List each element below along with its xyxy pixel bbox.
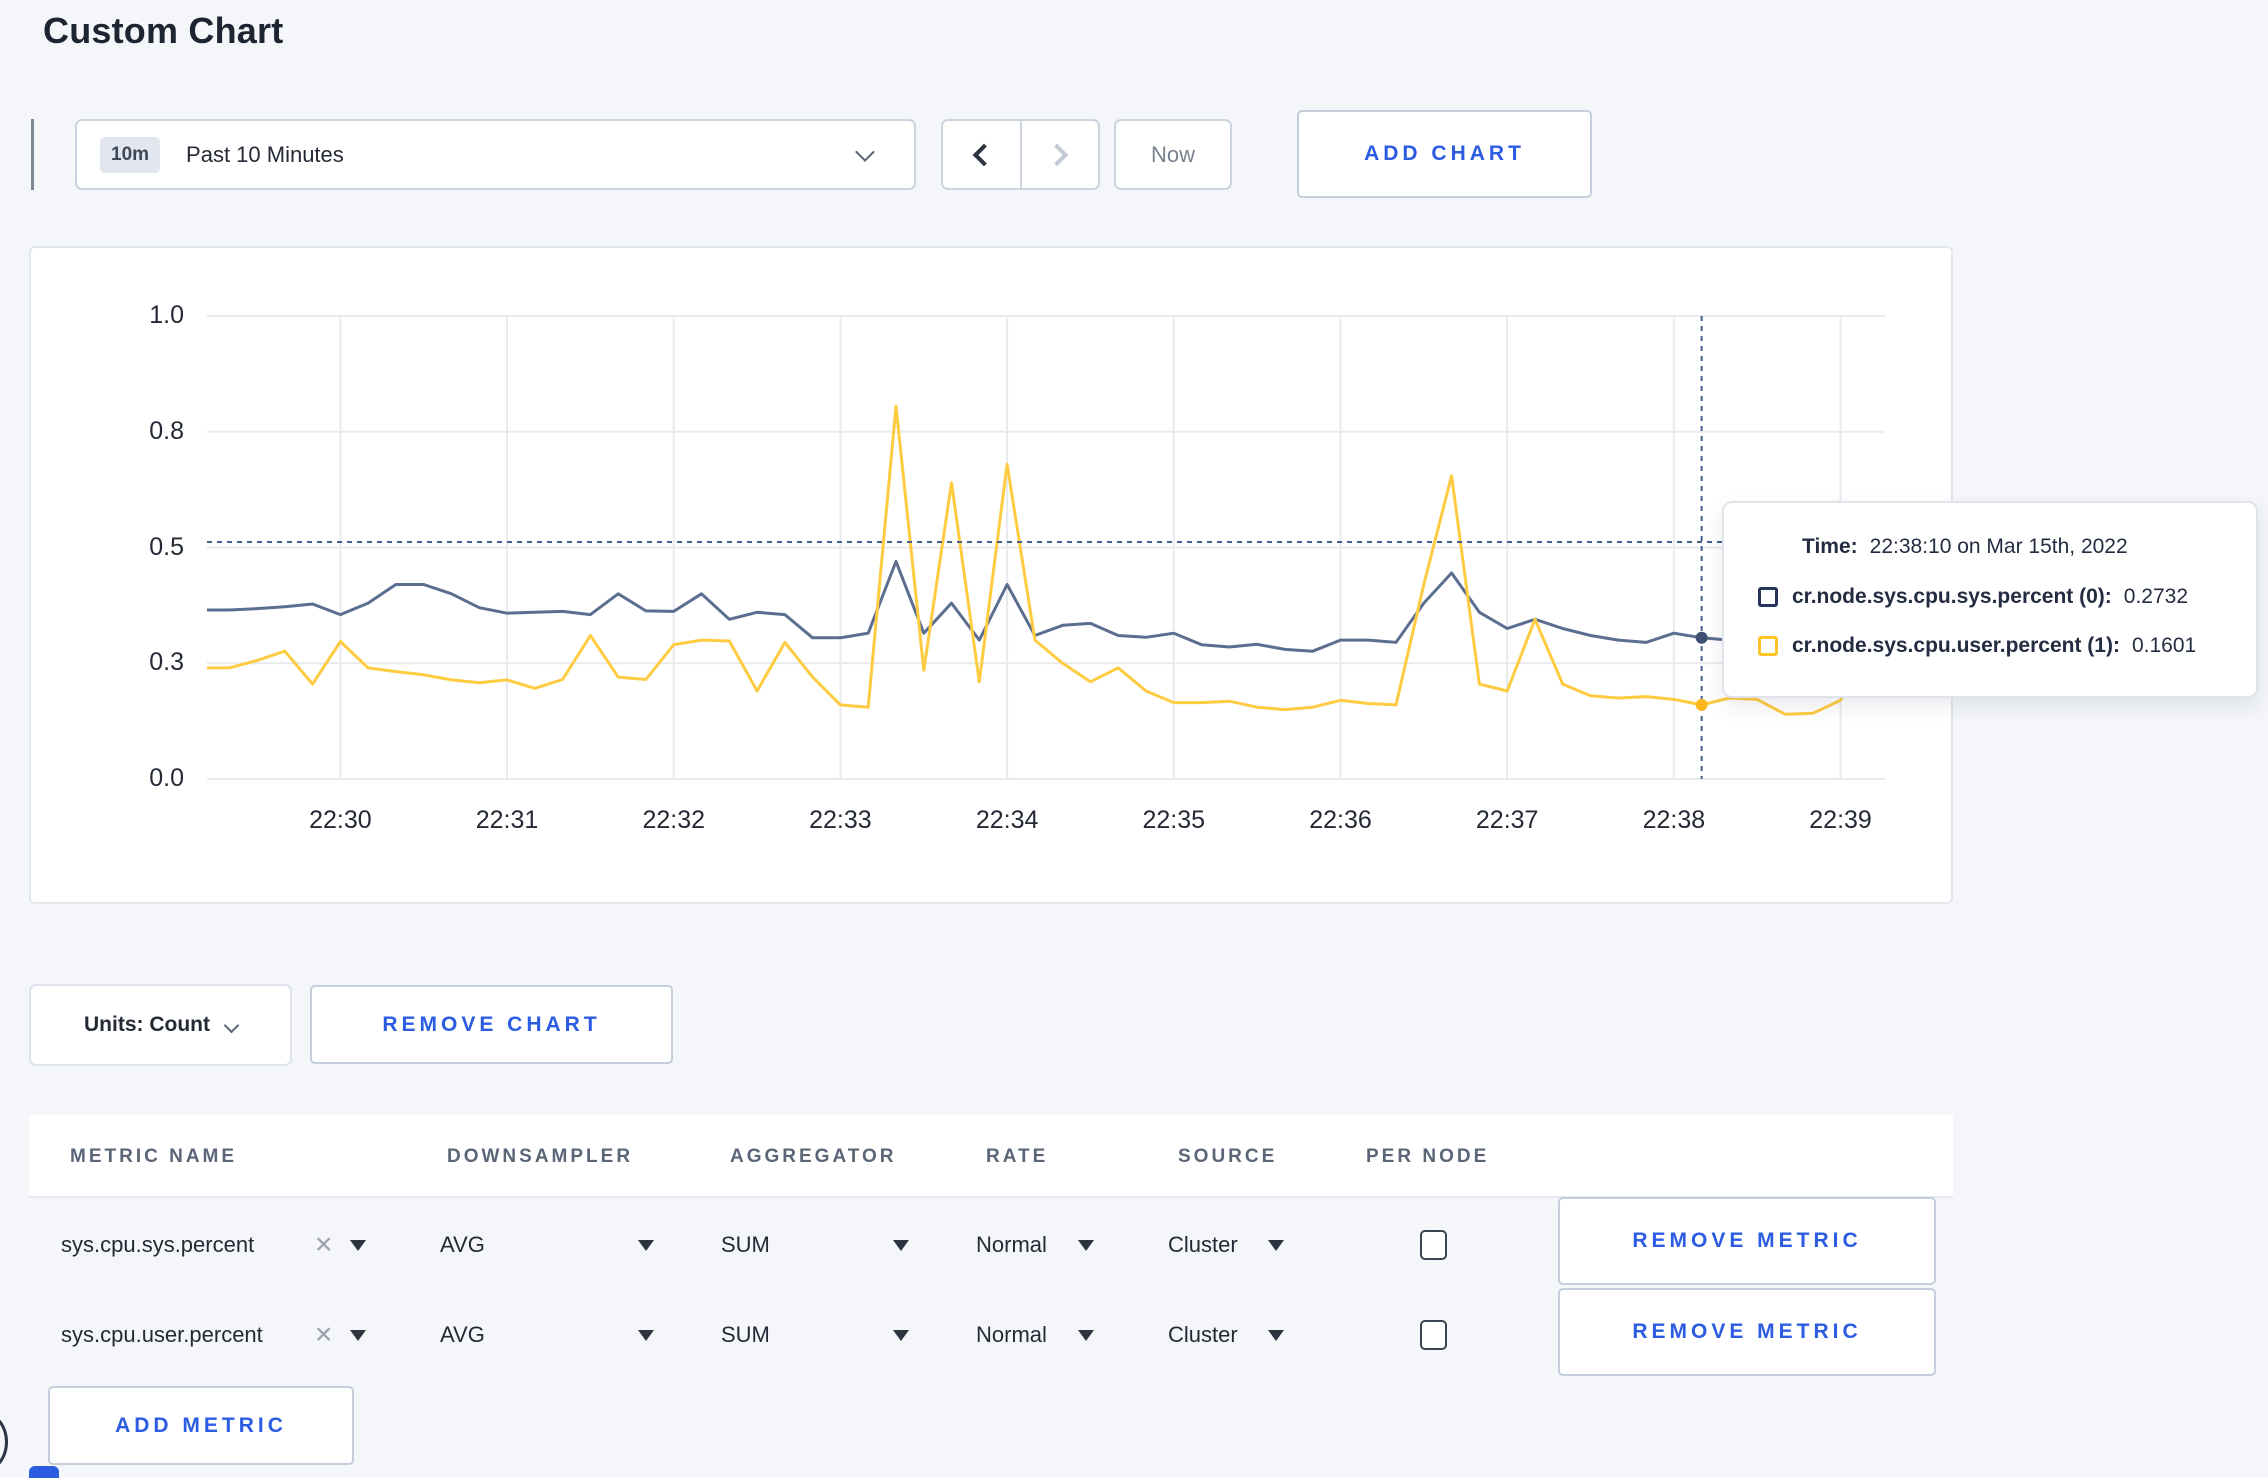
edge-cut-circle-decoration xyxy=(0,1412,8,1472)
time-back-button[interactable] xyxy=(943,121,1022,188)
tooltip-series-value: 0.1601 xyxy=(2131,634,2197,657)
tooltip-time-row: Time: 22:38:10 on Mar 15th, 2022 xyxy=(1802,535,2128,559)
tooltip-series-name: cr.node.sys.cpu.sys.percent (0): xyxy=(1792,585,2112,608)
clear-metric-icon[interactable]: ✕ xyxy=(314,1232,333,1259)
x-axis-tick-label: 22:35 xyxy=(1142,806,1206,834)
clear-metric-icon[interactable]: ✕ xyxy=(314,1322,333,1349)
add-metric-button[interactable]: ADD METRIC xyxy=(48,1386,354,1465)
units-label: Units: Count xyxy=(84,1013,210,1036)
rate-select[interactable]: Normal xyxy=(976,1322,1047,1348)
below-fold-element xyxy=(29,1466,59,1478)
page-title: Custom Chart xyxy=(43,10,284,51)
tooltip-series-name: cr.node.sys.cpu.user.percent (1): xyxy=(1792,634,2120,657)
column-header: AGGREGATOR xyxy=(730,1145,897,1167)
column-header: DOWNSAMPLER xyxy=(447,1145,634,1167)
per-node-checkbox[interactable] xyxy=(1420,1320,1447,1350)
metric-name-select[interactable]: sys.cpu.sys.percent xyxy=(61,1232,254,1258)
chart-card: 0.0 0.3 0.5 0.8 1.0 22:30 22:31 22:32 22:33 22:34… xyxy=(29,246,1953,904)
chevron-down-icon xyxy=(855,142,875,162)
caret-down-icon[interactable] xyxy=(893,1330,909,1341)
source-select[interactable]: Cluster xyxy=(1168,1322,1238,1348)
aggregator-select[interactable]: SUM xyxy=(721,1322,770,1348)
time-range-dropdown[interactable]: 10m Past 10 Minutes xyxy=(75,119,916,190)
time-forward-button[interactable] xyxy=(1022,121,1099,188)
time-nav-arrows xyxy=(941,119,1100,190)
caret-down-icon[interactable] xyxy=(1078,1330,1094,1341)
rate-select[interactable]: Normal xyxy=(976,1232,1047,1258)
metrics-table-header: METRIC NAME DOWNSAMPLER AGGREGATOR RATE SOUR… xyxy=(29,1115,1953,1198)
column-header: PER NODE xyxy=(1366,1145,1490,1167)
x-axis-tick-label: 22:31 xyxy=(475,806,539,834)
x-axis-tick-label: 22:32 xyxy=(642,806,705,834)
tooltip-series-value: 0.2732 xyxy=(2123,585,2189,608)
tooltip-time-value: 22:38:10 on Mar 15th, 2022 xyxy=(1869,535,2128,558)
y-axis-tick-label: 0.5 xyxy=(149,532,184,561)
caret-down-icon[interactable] xyxy=(893,1240,909,1251)
add-chart-button[interactable]: ADD CHART xyxy=(1297,110,1592,198)
remove-metric-button[interactable]: REMOVE METRIC xyxy=(1558,1288,1936,1376)
column-header: RATE xyxy=(986,1145,1049,1167)
caret-down-icon[interactable] xyxy=(638,1240,654,1251)
remove-chart-button[interactable]: REMOVE CHART xyxy=(310,985,673,1064)
tooltip-series-row: cr.node.sys.cpu.user.percent (1): 0.1601 xyxy=(1758,634,2196,658)
y-axis-tick-label: 0.8 xyxy=(149,416,184,445)
caret-down-icon[interactable] xyxy=(350,1240,366,1251)
chevron-down-icon xyxy=(223,1017,240,1033)
x-axis-tick-label: 22:38 xyxy=(1642,806,1706,834)
chart-tooltip: Time: 22:38:10 on Mar 15th, 2022 cr.node… xyxy=(1722,501,2258,698)
x-axis-tick-label: 22:34 xyxy=(975,806,1039,834)
time-range-label: Past 10 Minutes xyxy=(186,141,344,167)
x-axis-tick-label: 22:30 xyxy=(309,806,372,834)
x-axis-tick-label: 22:39 xyxy=(1809,806,1872,834)
y-axis-tick-label: 0.3 xyxy=(149,648,184,677)
remove-metric-button[interactable]: REMOVE METRIC xyxy=(1558,1197,1936,1285)
column-header: METRIC NAME xyxy=(70,1145,238,1167)
y-axis-tick-label: 0.0 xyxy=(149,764,184,792)
caret-down-icon[interactable] xyxy=(350,1330,366,1341)
column-header: SOURCE xyxy=(1178,1145,1278,1167)
tooltip-time-label: Time: xyxy=(1802,535,1858,558)
aggregator-select[interactable]: SUM xyxy=(721,1232,770,1258)
metric-name-select[interactable]: sys.cpu.user.percent xyxy=(61,1322,263,1348)
chevron-left-icon xyxy=(972,143,996,166)
tooltip-series-row: cr.node.sys.cpu.sys.percent (0): 0.2732 xyxy=(1758,585,2188,609)
downsampler-select[interactable]: AVG xyxy=(440,1322,485,1348)
x-axis-tick-label: 22:36 xyxy=(1309,806,1372,834)
source-select[interactable]: Cluster xyxy=(1168,1232,1238,1258)
x-axis-tick-label: 22:33 xyxy=(809,806,872,834)
caret-down-icon[interactable] xyxy=(1268,1240,1284,1251)
series-color-swatch-icon xyxy=(1758,636,1778,656)
series-color-swatch-icon xyxy=(1758,587,1778,607)
now-button[interactable]: Now xyxy=(1114,119,1232,190)
caret-down-icon[interactable] xyxy=(638,1330,654,1341)
time-range-badge: 10m xyxy=(100,136,161,173)
units-dropdown[interactable]: Units: Count xyxy=(29,984,292,1066)
toolbar-left-divider xyxy=(31,119,34,190)
x-axis-tick-label: 22:37 xyxy=(1475,806,1539,834)
per-node-checkbox[interactable] xyxy=(1420,1230,1447,1260)
y-axis-tick-label: 1.0 xyxy=(149,301,184,329)
chevron-right-icon xyxy=(1045,143,1069,166)
downsampler-select[interactable]: AVG xyxy=(440,1232,485,1258)
caret-down-icon[interactable] xyxy=(1078,1240,1094,1251)
caret-down-icon[interactable] xyxy=(1268,1330,1284,1341)
